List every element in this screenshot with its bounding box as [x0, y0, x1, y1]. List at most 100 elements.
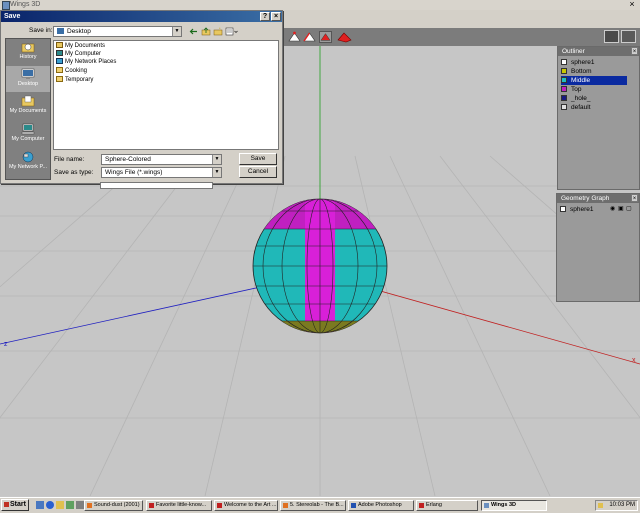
cancel-button[interactable]: Cancel [239, 166, 277, 178]
material-icon [561, 68, 567, 75]
outliner-close-button[interactable]: × [631, 47, 638, 55]
task-favorite-little-known[interactable]: Favorite little-know... [146, 500, 212, 511]
file-item-cooking[interactable]: Cooking [56, 67, 87, 75]
place-my-computer[interactable]: My Computer [6, 121, 50, 147]
back-icon[interactable] [189, 27, 199, 36]
outliner-title: Outliner [558, 47, 639, 56]
erlang-icon [419, 503, 424, 508]
winamp-icon [283, 503, 288, 508]
help-button[interactable]: ? [260, 12, 270, 21]
task-erlang[interactable]: Erlang [416, 500, 478, 511]
outliner-item-hole[interactable]: _hole_ [561, 94, 627, 103]
z-axis-label: z [4, 341, 8, 348]
network-icon [22, 151, 34, 163]
system-tray: 10:03 PM [595, 500, 638, 511]
file-item-my-network-places[interactable]: My Network Places [56, 58, 116, 66]
outliner-item-sphere1[interactable]: sphere1 [561, 58, 627, 67]
geometry-graph-panel: Geometry Graph × sphere1 ◉ ▣ ▢ [556, 193, 640, 302]
outlook-icon[interactable] [56, 501, 64, 509]
task-welcome-art[interactable]: Welcome to the Art ... [214, 500, 278, 511]
places-bar: History Desktop My Documents My Computer… [5, 38, 51, 180]
task-adobe-photoshop[interactable]: Adobe Photoshop [348, 500, 414, 511]
folder-icon [56, 67, 63, 74]
start-button[interactable]: Start [1, 499, 29, 511]
body-select-icon[interactable] [337, 31, 353, 43]
eye-icon[interactable]: ◉ [610, 205, 615, 214]
chevron-down-icon: ▼ [212, 168, 221, 177]
task-sound-dust[interactable]: Sound-dust (2001) [84, 500, 143, 511]
outliner-item-bottom[interactable]: Bottom [561, 67, 627, 76]
place-desktop[interactable]: Desktop [6, 66, 50, 92]
photoshop-icon [351, 503, 356, 508]
file-item-temporary[interactable]: Temporary [56, 76, 93, 84]
desktop-icon [57, 28, 64, 35]
windows-logo-icon [4, 501, 10, 507]
task-stereolab[interactable]: 5. Stereolab - The B... [280, 500, 346, 511]
network-icon [56, 58, 63, 65]
dropdown-list-remnant [100, 182, 213, 189]
media-icon[interactable] [66, 501, 74, 509]
dialog-close-button[interactable]: × [271, 12, 281, 21]
new-folder-icon[interactable]: * [213, 27, 223, 36]
place-my-network[interactable]: My Network P... [6, 149, 50, 175]
filename-input[interactable]: Sphere-Colored ▼ [101, 154, 222, 165]
computer-icon [21, 123, 35, 135]
place-history[interactable]: History [6, 39, 50, 65]
documents-icon [21, 95, 35, 107]
file-list[interactable]: My Documents My Computer My Network Plac… [53, 40, 279, 150]
save-dialog: Save ? × Save in: Desktop ▼ * History De… [0, 10, 283, 184]
computer-icon [56, 50, 63, 57]
vertex-select-icon[interactable] [288, 31, 301, 43]
object-icon [561, 59, 567, 66]
wings-app-icon [484, 503, 489, 508]
save-as-type-dropdown[interactable]: Wings File (*.wings) ▼ [101, 167, 222, 178]
selection-toolbar [280, 28, 640, 46]
ortho-view-icon[interactable] [604, 30, 619, 43]
file-item-my-documents[interactable]: My Documents [56, 42, 105, 50]
history-icon [21, 43, 35, 53]
smooth-preview-icon[interactable] [621, 30, 636, 43]
app-close-button[interactable]: × [626, 0, 638, 9]
quicklaunch-icon[interactable] [76, 501, 84, 509]
file-item-my-computer[interactable]: My Computer [56, 50, 101, 58]
x-axis-label: x [632, 357, 636, 364]
outliner-item-top[interactable]: Top [561, 85, 627, 94]
filename-label: File name: [54, 156, 85, 163]
wings-app-icon [2, 1, 10, 10]
chevron-down-icon: ▼ [172, 27, 181, 36]
geometry-graph-close-button[interactable]: × [631, 194, 638, 202]
edge-select-icon[interactable] [303, 31, 316, 43]
browser-icon [149, 503, 154, 508]
save-in-dropdown[interactable]: Desktop ▼ [53, 26, 182, 37]
outliner-item-middle[interactable]: Middle [561, 76, 627, 85]
save-button[interactable]: Save [239, 153, 277, 165]
clock: 10:03 PM [609, 502, 635, 508]
view-menu-icon[interactable] [225, 27, 238, 36]
geometry-graph-item-sphere1[interactable]: sphere1 ◉ ▣ ▢ [560, 205, 636, 214]
desktop-icon [21, 68, 35, 79]
object-icon [560, 206, 566, 213]
up-folder-icon[interactable] [201, 27, 211, 36]
material-icon [561, 95, 567, 102]
save-as-type-label: Save as type: [54, 169, 94, 176]
folder-icon [56, 76, 63, 83]
save-in-label: Save in: [29, 27, 53, 34]
show-desktop-icon[interactable] [36, 501, 44, 509]
material-icon [561, 86, 567, 93]
tray-volume-icon[interactable] [598, 503, 603, 508]
lock-icon[interactable]: ▣ [618, 205, 624, 214]
dialog-title: Save [4, 13, 21, 20]
outliner-item-default[interactable]: default [561, 103, 627, 112]
browser-icon [217, 503, 222, 508]
taskbar: Start Sound-dust (2001) Favorite little-… [0, 497, 640, 513]
app-title: Wings 3D [10, 1, 41, 8]
chevron-down-icon: ▼ [212, 155, 221, 164]
internet-explorer-icon[interactable] [46, 501, 54, 509]
task-wings-3d[interactable]: Wings 3D [481, 500, 547, 511]
material-icon [561, 77, 567, 84]
winamp-icon [87, 503, 92, 508]
face-select-icon[interactable] [319, 31, 332, 43]
documents-icon [56, 42, 63, 49]
wireframe-icon[interactable]: ▢ [626, 205, 632, 214]
place-my-documents[interactable]: My Documents [6, 93, 50, 119]
